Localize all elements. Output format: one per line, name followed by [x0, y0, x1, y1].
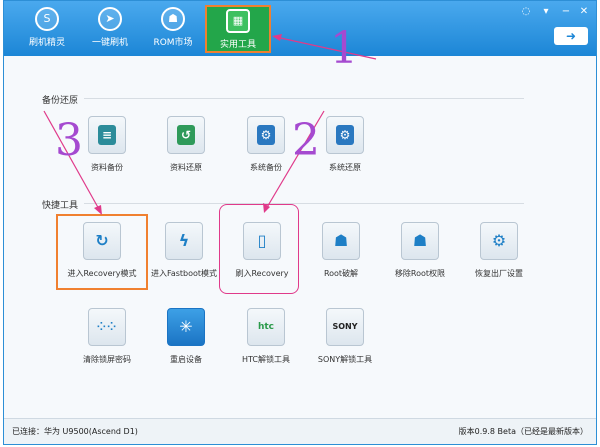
app-window: S 刷机精灵 ➤ 一键刷机 ☗ ROM市场 ▦ 实用工具 ◌ ▾ − ✕ ➜ 备…: [3, 0, 597, 445]
annotation-number-1: 1: [330, 23, 358, 74]
version-status: 版本0.9.8 Beta（已经是最新版本）: [458, 427, 588, 436]
annotation-arrows: [43, 34, 377, 215]
status-bar: 已连接：华为 U9500(Ascend D1) 版本0.9.8 Beta（已经是…: [4, 418, 596, 444]
annotation-number-3: 3: [55, 115, 83, 166]
annotation-number-2: 2: [292, 115, 320, 166]
connection-status: 已连接：华为 U9500(Ascend D1): [12, 427, 138, 436]
